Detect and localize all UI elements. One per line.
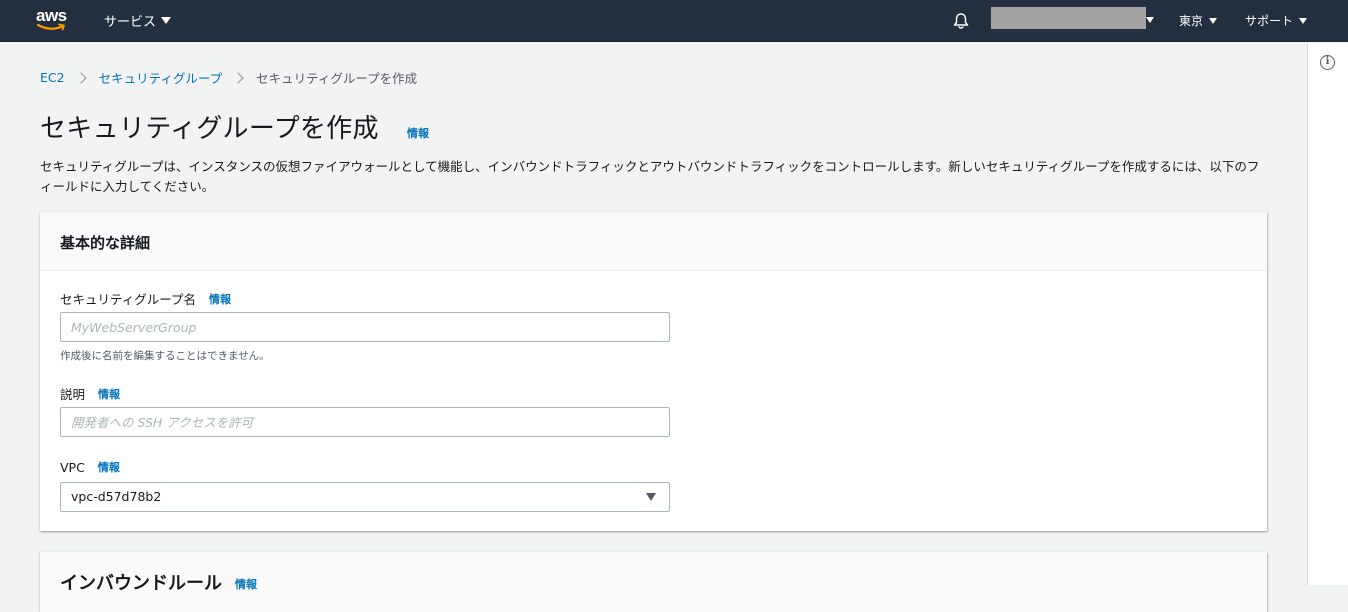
services-menu[interactable]: サービス — [104, 11, 172, 30]
chevron-right-icon — [74, 71, 87, 84]
vpc-info-link[interactable]: 情報 — [98, 459, 120, 475]
description-input[interactable] — [60, 407, 670, 437]
panel-header: 基本的な詳細 — [40, 212, 1267, 271]
info-icon[interactable]: i — [1320, 55, 1335, 70]
description-label-row: 説明 情報 — [60, 384, 120, 403]
panel-title: 基本的な詳細 — [60, 234, 151, 252]
page-title: セキュリティグループを作成 — [40, 114, 379, 144]
services-label: サービス — [104, 15, 157, 30]
breadcrumb-security-groups[interactable]: セキュリティグループ — [99, 68, 223, 87]
caret-down-icon — [1209, 17, 1218, 24]
description-label: 説明 — [60, 387, 86, 402]
aws-smile-icon — [37, 23, 65, 31]
caret-down-icon — [1299, 17, 1308, 24]
region-label: 東京 — [1179, 14, 1204, 28]
tools-panel: i — [1307, 42, 1348, 585]
breadcrumb-current: セキュリティグループを作成 — [256, 71, 418, 86]
sg-name-input[interactable] — [60, 312, 670, 342]
title-info-link[interactable]: 情報 — [407, 125, 429, 141]
vpc-label-row: VPC 情報 — [60, 459, 120, 475]
sg-name-label: セキュリティグループ名 — [60, 292, 197, 307]
vpc-selected-value: vpc-d57d78b2 — [71, 489, 162, 504]
sg-name-label-row: セキュリティグループ名 情報 — [60, 289, 231, 308]
account-caret-icon[interactable] — [1146, 17, 1154, 23]
inbound-rules-info-link[interactable]: 情報 — [235, 576, 257, 592]
sg-name-info-link[interactable]: 情報 — [209, 291, 231, 307]
sg-name-constraint: 作成後に名前を編集することはできません。 — [60, 350, 270, 362]
vpc-label: VPC — [60, 459, 85, 475]
region-menu[interactable]: 東京 — [1179, 12, 1218, 29]
breadcrumb-ec2[interactable]: EC2 — [40, 70, 65, 85]
aws-logo[interactable]: aws — [36, 6, 76, 36]
chevron-right-icon — [232, 71, 244, 84]
caret-down-icon — [161, 17, 172, 24]
description-info-link[interactable]: 情報 — [98, 386, 120, 402]
inbound-rules-title: インバウンドルール — [60, 573, 222, 594]
page-description: セキュリティグループは、インスタンスの仮想ファイアウォールとして機能し、インバウ… — [40, 159, 1260, 194]
top-navigation: aws サービス 東京 サポート — [0, 0, 1348, 42]
bell-icon[interactable] — [952, 12, 970, 30]
support-menu[interactable]: サポート — [1245, 12, 1308, 29]
caret-down-icon — [646, 493, 656, 501]
support-label: サポート — [1245, 14, 1294, 28]
vpc-select[interactable]: vpc-d57d78b2 — [60, 482, 670, 512]
basic-details-panel: 基本的な詳細 セキュリティグループ名 情報 作成後に名前を編集することはできませ… — [40, 212, 1267, 531]
account-menu-redacted[interactable] — [991, 7, 1146, 29]
breadcrumb: EC2 セキュリティグループ セキュリティグループを作成 — [40, 68, 417, 87]
inbound-rules-panel: インバウンドルール 情報 — [40, 552, 1267, 612]
